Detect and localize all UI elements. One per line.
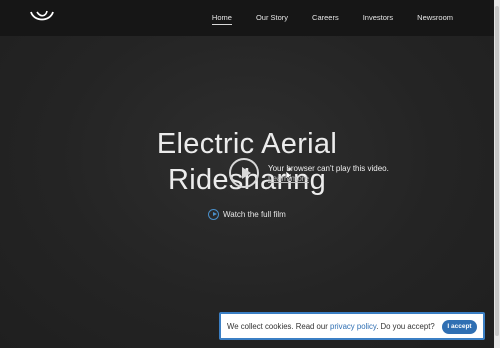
play-icon[interactable]	[229, 158, 259, 188]
nav-item-our-story[interactable]: Our Story	[256, 13, 288, 22]
nav-item-careers[interactable]: Careers	[312, 13, 339, 22]
cookie-text-before: We collect cookies. Read our	[227, 321, 330, 331]
nav-item-newsroom[interactable]: Newsroom	[417, 13, 453, 22]
watch-full-film-label: Watch the full film	[223, 210, 286, 219]
cookie-message: We collect cookies. Read our privacy pol…	[227, 322, 435, 331]
nav-item-investors[interactable]: Investors	[363, 13, 393, 22]
cursor-icon	[285, 168, 293, 186]
watch-full-film-button[interactable]: Watch the full film	[208, 209, 286, 220]
nav-item-home[interactable]: Home	[211, 13, 232, 25]
cookie-banner: We collect cookies. Read our privacy pol…	[219, 312, 485, 340]
watch-play-icon	[208, 209, 219, 220]
top-navigation-bar: Home Our Story Careers Investors Newsroo…	[0, 0, 494, 36]
main-nav: Home Our Story Careers Investors Newsroo…	[188, 13, 453, 25]
page-background: Home Our Story Careers Investors Newsroo…	[0, 0, 494, 348]
accept-cookies-button[interactable]: I accept	[442, 320, 477, 334]
scrollbar[interactable]	[494, 0, 500, 348]
logo-icon[interactable]	[28, 8, 56, 26]
scrollbar-thumb[interactable]	[495, 6, 499, 336]
cookie-text-after: . Do you accept?	[376, 321, 435, 331]
hero-title-line1: Electric Aerial	[156, 128, 338, 160]
privacy-policy-link[interactable]: privacy policy	[330, 322, 376, 331]
